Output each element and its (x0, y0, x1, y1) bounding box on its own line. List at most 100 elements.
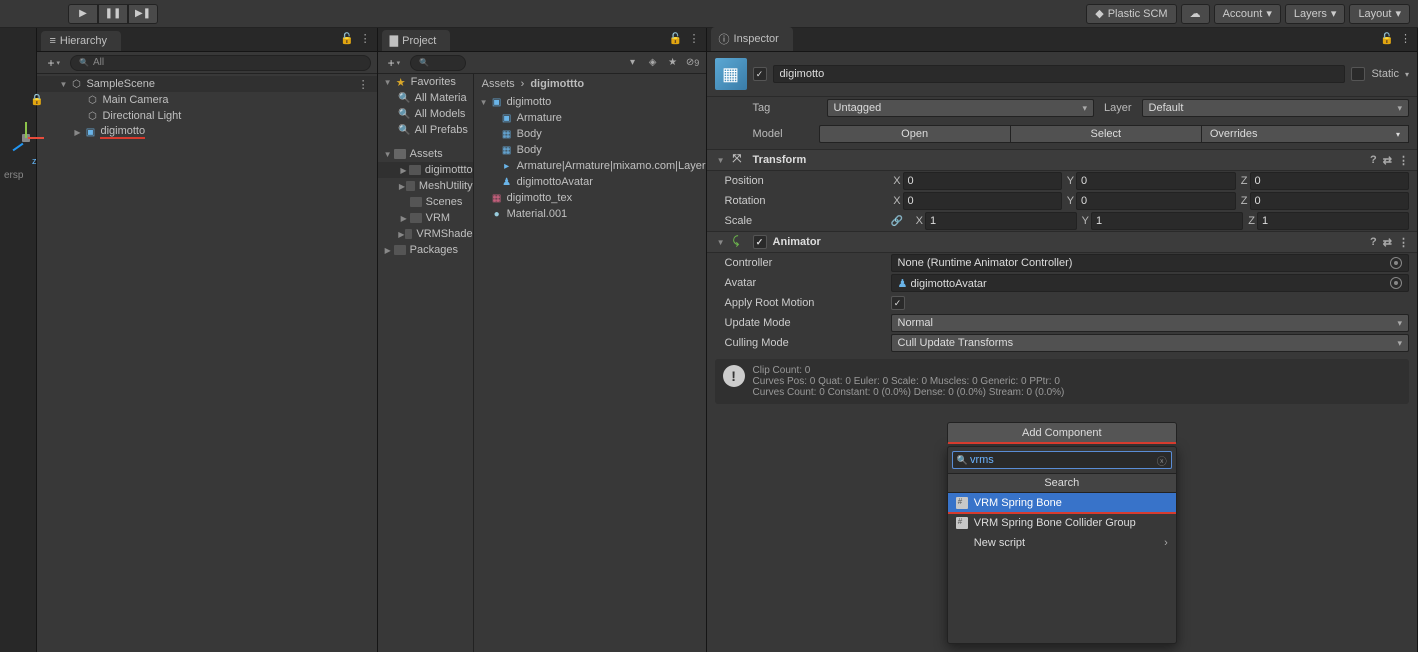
add-component-button[interactable]: Add Component (947, 422, 1177, 444)
scene-menu-icon[interactable]: ⋮ (358, 78, 369, 91)
folder-row[interactable]: ▶VRMShade (378, 226, 473, 242)
favorite-search[interactable]: 🔍All Prefabs (378, 122, 473, 138)
asset-row[interactable]: digimotto_tex (474, 190, 706, 206)
hierarchy-item[interactable]: Directional Light (37, 108, 376, 124)
foldout-icon[interactable]: ▼ (715, 238, 727, 247)
foldout-icon[interactable]: ▶ (71, 128, 83, 137)
static-dropdown-icon[interactable]: ▾ (1405, 70, 1409, 79)
play-button[interactable]: ▶ (68, 4, 98, 24)
save-search-icon[interactable]: ★ (664, 55, 682, 71)
avatar-field[interactable]: ♟ digimottoAvatar (891, 274, 1409, 292)
panel-menu-icon[interactable]: ⋮ (360, 32, 371, 45)
lock-icon[interactable]: 🔒 (30, 93, 44, 106)
panel-menu-icon[interactable]: ⋮ (1400, 32, 1411, 45)
object-picker-icon[interactable] (1390, 277, 1402, 289)
favorite-search[interactable]: 🔍All Materia (378, 90, 473, 106)
static-checkbox[interactable] (1351, 67, 1365, 81)
animator-header[interactable]: ▼ Animator ?⇄⋮ (707, 231, 1417, 253)
component-enabled-checkbox[interactable] (753, 235, 767, 249)
hidden-icon[interactable]: ⊘9 (684, 55, 702, 71)
apply-root-label: Apply Root Motion (725, 297, 885, 309)
create-asset-dropdown[interactable]: + (384, 56, 405, 70)
foldout-icon[interactable]: ▼ (57, 80, 69, 89)
cloud-button[interactable]: ☁ (1181, 4, 1210, 24)
update-mode-dropdown[interactable]: Normal (891, 314, 1409, 332)
hierarchy-item-selected[interactable]: ▶ ▣ digimotto (37, 124, 376, 140)
orientation-gizmo[interactable] (8, 120, 44, 156)
component-search-input[interactable]: 🔍 ⓧ (952, 451, 1172, 469)
layers-dropdown[interactable]: Layers ▾ (1285, 4, 1346, 24)
apply-root-checkbox[interactable] (891, 296, 905, 310)
assets-row[interactable]: ▼Assets (378, 146, 473, 162)
breadcrumb-segment[interactable]: digimottto (530, 78, 584, 90)
favorites-row[interactable]: ▼Favorites (378, 74, 473, 90)
favorite-search[interactable]: 🔍All Models (378, 106, 473, 122)
asset-row[interactable]: ▼digimotto (474, 94, 706, 110)
culling-mode-dropdown[interactable]: Cull Update Transforms (891, 334, 1409, 352)
preset-icon[interactable]: ⇄ (1383, 154, 1392, 167)
new-script-item[interactable]: New script› (948, 533, 1176, 553)
breadcrumb-segment[interactable]: Assets (482, 78, 515, 90)
hierarchy-item[interactable]: Main Camera (37, 92, 376, 108)
scale-z-input[interactable] (1257, 212, 1409, 230)
clear-search-icon[interactable]: ⓧ (1157, 453, 1167, 468)
panel-lock-icon[interactable]: 🔓 (669, 32, 683, 45)
rotation-y-input[interactable] (1076, 192, 1235, 210)
open-button[interactable]: Open (819, 125, 1011, 143)
scale-y-input[interactable] (1091, 212, 1243, 230)
asset-row[interactable]: digimottoAvatar (474, 174, 706, 190)
asset-row[interactable]: Armature (474, 110, 706, 126)
overrides-dropdown[interactable]: Overrides▾ (1202, 125, 1409, 143)
folder-row[interactable]: ▶MeshUtility (378, 178, 473, 194)
panel-lock-icon[interactable]: 🔓 (1380, 32, 1394, 45)
position-z-input[interactable] (1250, 172, 1409, 190)
hierarchy-tab[interactable]: ≡Hierarchy (41, 31, 121, 51)
panel-menu-icon[interactable]: ⋮ (689, 32, 700, 45)
asset-row[interactable]: Armature|Armature|mixamo.com|Layer (474, 158, 706, 174)
help-icon[interactable]: ? (1370, 236, 1377, 249)
project-tab[interactable]: ▇Project (382, 30, 451, 51)
position-y-input[interactable] (1076, 172, 1235, 190)
component-menu-icon[interactable]: ⋮ (1398, 236, 1409, 249)
filter-label-icon[interactable]: ◈ (644, 55, 662, 71)
create-dropdown[interactable]: + (43, 56, 64, 70)
inspector-tab[interactable]: ⓘInspector (711, 27, 793, 51)
scale-x-input[interactable] (925, 212, 1077, 230)
position-x-input[interactable] (903, 172, 1062, 190)
select-button[interactable]: Select (1011, 125, 1202, 143)
object-name-input[interactable] (773, 65, 1346, 83)
folder-row[interactable]: ▶VRM (378, 210, 473, 226)
object-picker-icon[interactable] (1390, 257, 1402, 269)
link-scale-icon[interactable]: 🔗 (891, 216, 903, 227)
foldout-icon[interactable]: ▼ (715, 156, 727, 165)
plastic-scm-button[interactable]: ◆Plastic SCM (1086, 4, 1176, 24)
component-result-selected[interactable]: VRM Spring Bone (948, 493, 1176, 513)
component-result[interactable]: VRM Spring Bone Collider Group (948, 513, 1176, 533)
project-search-input[interactable] (410, 55, 466, 71)
tag-dropdown[interactable]: Untagged (827, 99, 1094, 117)
asset-row[interactable]: Body (474, 126, 706, 142)
packages-row[interactable]: ▶Packages (378, 242, 473, 258)
account-dropdown[interactable]: Account ▾ (1214, 4, 1281, 24)
filter-type-icon[interactable]: ▾ (624, 55, 642, 71)
step-button[interactable]: ▶❚ (128, 4, 158, 24)
hierarchy-search-input[interactable]: All (70, 55, 371, 71)
enabled-checkbox[interactable] (753, 67, 767, 81)
folder-row-selected[interactable]: ▶digimottto (378, 162, 473, 178)
rotation-z-input[interactable] (1250, 192, 1409, 210)
asset-row[interactable]: Material.001 (474, 206, 706, 222)
layout-dropdown[interactable]: Layout ▾ (1349, 4, 1410, 24)
pause-button[interactable]: ❚❚ (98, 4, 128, 24)
panel-lock-icon[interactable]: 🔓 (340, 32, 354, 45)
layer-dropdown[interactable]: Default (1142, 99, 1409, 117)
controller-field[interactable]: None (Runtime Animator Controller) (891, 254, 1409, 272)
preset-icon[interactable]: ⇄ (1383, 236, 1392, 249)
scene-row[interactable]: ▼ SampleScene ⋮ (37, 76, 376, 92)
asset-row[interactable]: Body (474, 142, 706, 158)
folder-row[interactable]: Scenes (378, 194, 473, 210)
help-icon[interactable]: ? (1370, 154, 1377, 167)
transform-header[interactable]: ▼ Transform ?⇄⋮ (707, 149, 1417, 171)
component-menu-icon[interactable]: ⋮ (1398, 154, 1409, 167)
perspective-label: ersp (4, 170, 23, 181)
rotation-x-input[interactable] (903, 192, 1062, 210)
